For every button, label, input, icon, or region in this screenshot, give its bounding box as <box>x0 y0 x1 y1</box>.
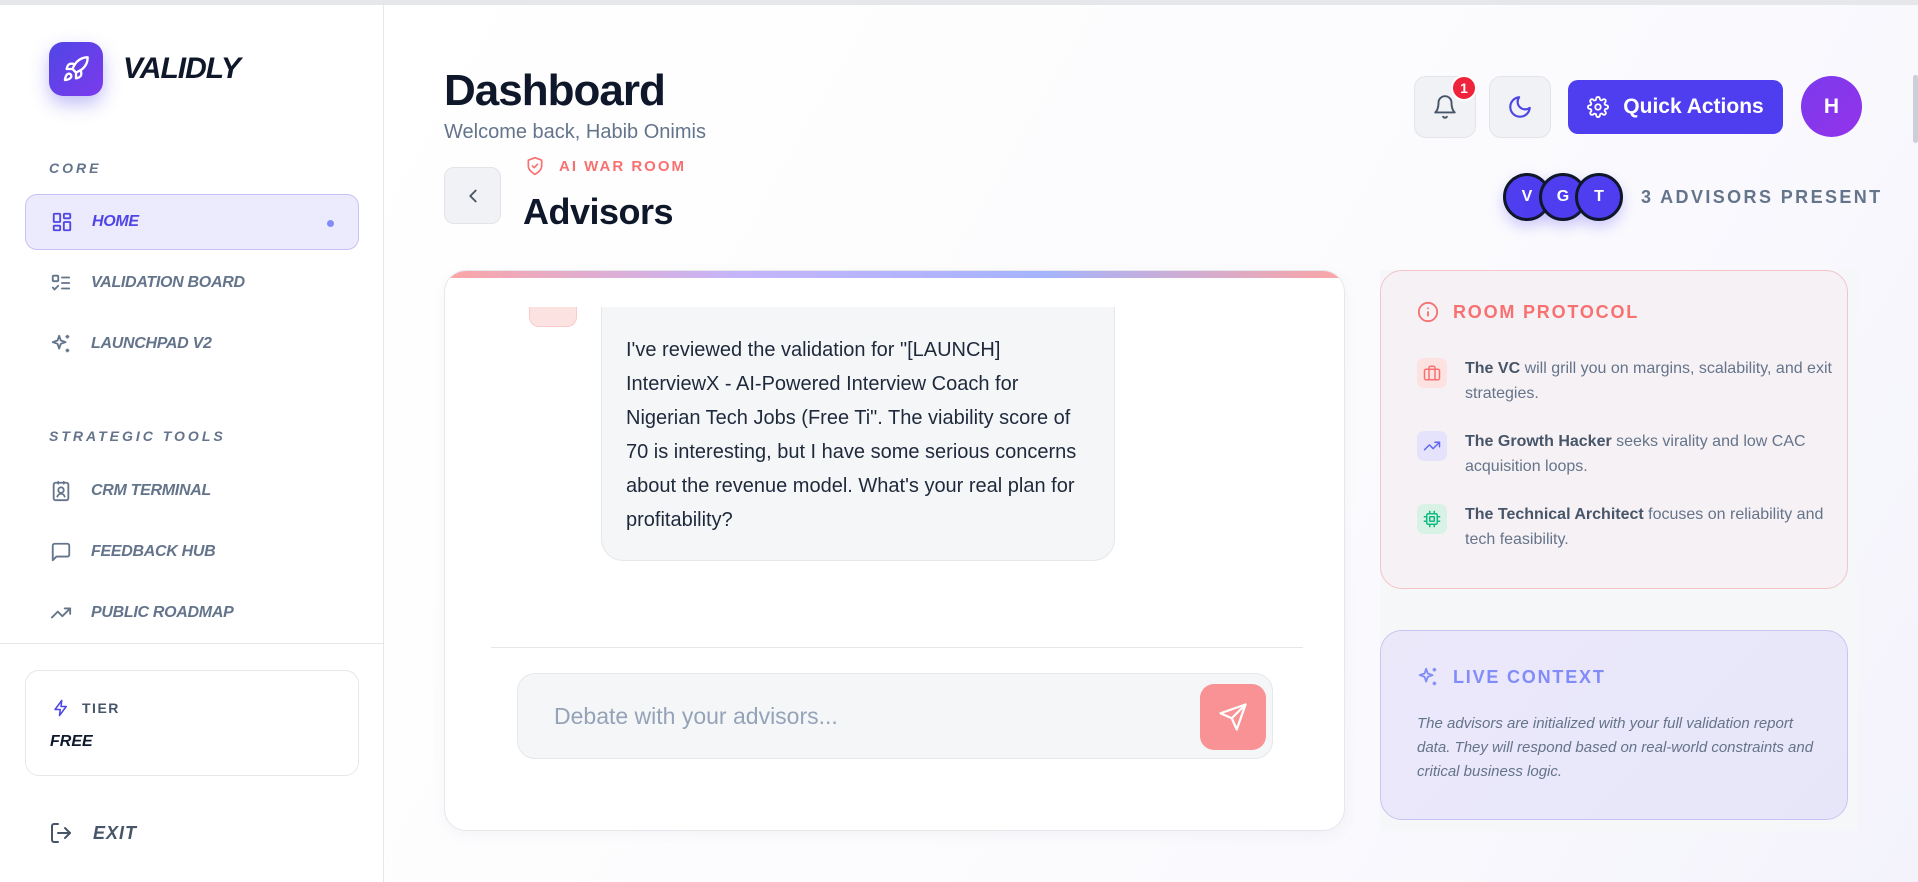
protocol-item-vc: The VC will grill you on margins, scalab… <box>1417 356 1837 406</box>
room-protocol-card: ROOM PROTOCOL The VC will grill you on m… <box>1380 270 1848 589</box>
rocket-icon <box>49 42 103 96</box>
exit-button[interactable]: EXIT <box>49 821 137 845</box>
chat-divider <box>491 647 1303 648</box>
protocol-text: The Technical Architect focuses on relia… <box>1465 506 1824 548</box>
live-context-title: LIVE CONTEXT <box>1453 666 1606 687</box>
section-label-strategic-tools: STRATEGIC TOOLS <box>49 428 226 444</box>
chat-accent-bar <box>445 271 1344 278</box>
brand[interactable]: VALIDLY <box>49 42 241 96</box>
welcome-text: Welcome back, Habib Onimis <box>444 121 706 143</box>
moon-icon <box>1509 96 1531 118</box>
advisor-message: I've reviewed the validation for "[LAUNC… <box>601 307 1115 561</box>
chat-input[interactable] <box>517 673 1273 759</box>
war-room-kicker: AI WAR ROOM <box>525 156 686 176</box>
room-protocol-heading: ROOM PROTOCOL <box>1417 301 1639 323</box>
protocol-item-growth: The Growth Hacker seeks virality and low… <box>1417 429 1837 479</box>
room-protocol-title: ROOM PROTOCOL <box>1453 301 1640 322</box>
sidebar-divider <box>0 643 384 644</box>
protocol-text: The VC will grill you on margins, scalab… <box>1465 360 1832 402</box>
back-button[interactable] <box>444 167 501 224</box>
sidebar-item-label: FEEDBACK HUB <box>91 543 216 560</box>
main-content: Dashboard Welcome back, Habib Onimis 1 Q… <box>385 5 1918 882</box>
advisor-message-avatar <box>529 307 577 327</box>
advisor-avatars: V G T <box>1503 173 1623 221</box>
sidebar-item-feedback-hub[interactable]: FEEDBACK HUB <box>25 524 359 580</box>
send-button[interactable] <box>1200 684 1266 750</box>
user-avatar[interactable]: H <box>1801 76 1862 137</box>
live-context-text: The advisors are initialized with your f… <box>1417 715 1814 780</box>
live-context-card: LIVE CONTEXT The advisors are initialize… <box>1380 630 1848 820</box>
sidebar-item-public-roadmap[interactable]: PUBLIC ROADMAP <box>25 585 359 641</box>
send-icon <box>1219 703 1247 731</box>
advisors-title: Advisors <box>523 191 674 232</box>
gear-icon <box>1587 96 1610 118</box>
bell-icon <box>1434 95 1456 119</box>
sidebar-item-label: HOME <box>92 213 139 230</box>
quick-actions-label: Quick Actions <box>1623 95 1764 118</box>
tier-label-text: TIER <box>82 700 120 716</box>
chat-panel: I've reviewed the validation for "[LAUNC… <box>444 270 1345 831</box>
scrollbar[interactable] <box>1913 75 1918 143</box>
notifications-button[interactable]: 1 <box>1414 75 1477 138</box>
sidebar-item-home[interactable]: HOME <box>25 194 359 250</box>
grid-icon <box>50 210 74 234</box>
section-label-core: CORE <box>49 160 102 176</box>
sidebar-item-label: PUBLIC ROADMAP <box>91 604 234 621</box>
info-icon <box>1417 301 1439 323</box>
live-context-heading: LIVE CONTEXT <box>1417 666 1606 688</box>
notification-badge: 1 <box>1451 75 1477 101</box>
sidebar-item-launchpad[interactable]: LAUNCHPAD V2 <box>25 316 359 372</box>
trending-up-icon <box>49 601 73 625</box>
theme-toggle-button[interactable] <box>1489 76 1551 138</box>
sidebar-item-validation-board[interactable]: VALIDATION BOARD <box>25 255 359 311</box>
advisor-avatar-tech[interactable]: T <box>1575 173 1623 221</box>
chevron-left-icon <box>468 189 477 202</box>
cpu-icon <box>1417 504 1447 534</box>
sidebar-item-crm-terminal[interactable]: CRM TERMINAL <box>25 463 359 519</box>
contact-card-icon <box>49 479 73 503</box>
tier-card: TIER FREE <box>25 670 359 776</box>
briefcase-icon <box>1417 358 1447 388</box>
page-title: Dashboard <box>444 66 666 115</box>
sidebar-item-label: CRM TERMINAL <box>91 482 211 499</box>
protocol-item-tech: The Technical Architect focuses on relia… <box>1417 502 1837 552</box>
sidebar-item-label: VALIDATION BOARD <box>91 274 245 291</box>
war-room-label: AI WAR ROOM <box>559 157 686 175</box>
active-indicator <box>327 220 334 227</box>
logout-icon <box>51 823 71 843</box>
sidebar: VALIDLY CORE HOME VALIDATION BOARD LAUNC… <box>0 5 384 882</box>
quick-actions-button[interactable]: Quick Actions <box>1568 80 1783 134</box>
lightning-icon <box>54 699 67 717</box>
trending-up-icon <box>1417 431 1447 461</box>
tier-value: FREE <box>50 733 93 750</box>
exit-label: EXIT <box>93 822 138 843</box>
message-square-icon <box>49 540 73 564</box>
brand-name: VALIDLY <box>123 52 241 85</box>
protocol-text: The Growth Hacker seeks virality and low… <box>1465 433 1806 475</box>
shield-check-icon <box>527 156 543 176</box>
sparkles-icon <box>1418 667 1437 686</box>
tier-label: TIER <box>52 699 120 717</box>
advisors-present-label: 3 ADVISORS PRESENT <box>1641 187 1883 207</box>
checklist-icon <box>49 271 73 295</box>
side-panel: ROOM PROTOCOL The VC will grill you on m… <box>1380 270 1858 831</box>
sidebar-item-label: LAUNCHPAD V2 <box>91 335 212 352</box>
sparkles-icon <box>49 332 73 356</box>
